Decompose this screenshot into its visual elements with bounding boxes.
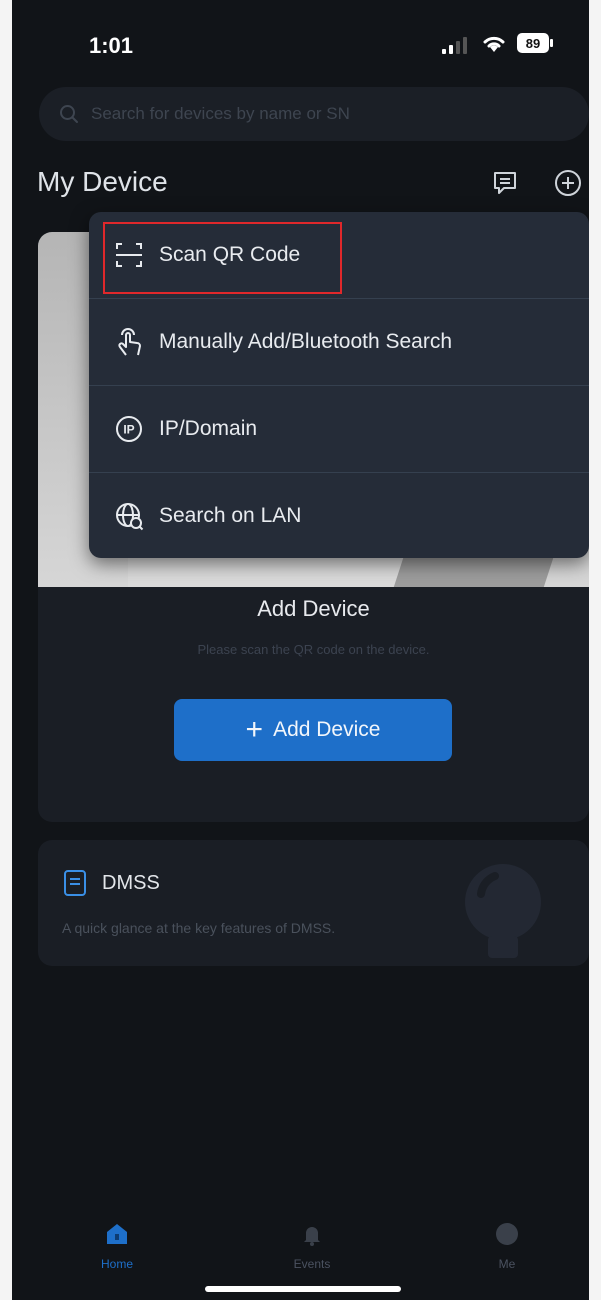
status-bar: 1:01 89	[12, 0, 589, 70]
tab-events[interactable]: Events	[262, 1222, 362, 1271]
tab-label: Events	[293, 1257, 331, 1271]
menu-item-scan-qr[interactable]: Scan QR Code	[89, 212, 589, 298]
menu-item-manual-add[interactable]: Manually Add/Bluetooth Search	[89, 299, 589, 385]
ip-icon: IP	[116, 416, 142, 442]
svg-text:IP: IP	[123, 423, 134, 437]
menu-item-ip-domain[interactable]: IP IP/Domain	[89, 386, 589, 472]
search-placeholder: Search for devices by name or SN	[91, 104, 350, 123]
menu-item-search-lan[interactable]: Search on LAN	[89, 473, 589, 558]
dmss-subtitle: A quick glance at the key features of DM…	[62, 920, 336, 936]
home-icon	[107, 1224, 127, 1244]
menu-item-label: IP/Domain	[159, 417, 258, 440]
dmss-card[interactable]: DMSS A quick glance at the key features …	[38, 840, 589, 966]
menu-item-label: Search on LAN	[159, 504, 302, 527]
battery-level: 89	[526, 36, 540, 51]
globe-search-icon	[116, 503, 144, 531]
hand-touch-icon	[118, 328, 141, 356]
add-device-button-label: Add Device	[273, 718, 381, 741]
tab-me[interactable]: Me	[457, 1222, 557, 1271]
highlight-box	[103, 222, 342, 294]
phone-screen: 1:01 89 Search for devices by name or SN…	[12, 0, 589, 1300]
wifi-icon	[483, 36, 505, 52]
signal-icon	[442, 36, 467, 54]
dmss-title: DMSS	[102, 872, 160, 894]
add-menu-dropdown: Scan QR Code Manually Add/Bluetooth Sear…	[89, 212, 589, 558]
add-device-subtitle: Please scan the QR code on the device.	[197, 642, 430, 657]
battery-icon: 89	[517, 33, 553, 53]
add-device-title: Add Device	[257, 596, 370, 621]
plus-circle-icon[interactable]	[553, 168, 583, 198]
profile-icon	[496, 1223, 518, 1245]
add-device-button[interactable]: + Add Device	[174, 699, 452, 761]
tab-label: Me	[498, 1257, 516, 1271]
lightbulb-icon	[465, 864, 541, 958]
search-bar[interactable]: Search for devices by name or SN	[39, 87, 589, 141]
status-time: 1:01	[89, 33, 134, 58]
menu-item-label: Manually Add/Bluetooth Search	[159, 330, 453, 353]
message-icon[interactable]	[490, 168, 520, 198]
bell-icon	[304, 1227, 320, 1246]
page-title: My Device	[37, 166, 168, 197]
tab-home[interactable]: Home	[67, 1222, 167, 1271]
tab-label: Home	[100, 1257, 133, 1271]
document-icon	[64, 870, 86, 896]
home-indicator[interactable]	[205, 1286, 401, 1292]
plus-icon: +	[245, 713, 264, 746]
search-icon	[60, 105, 78, 123]
